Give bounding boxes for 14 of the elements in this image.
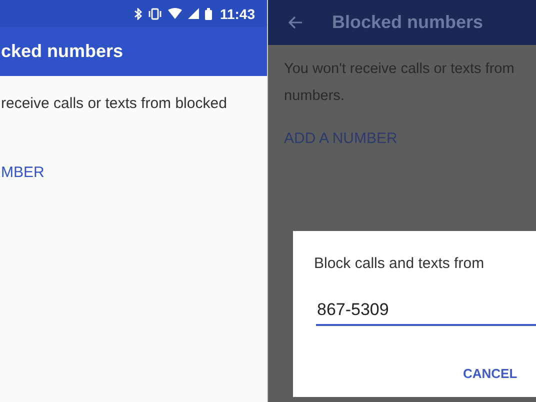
back-arrow-icon[interactable] <box>288 16 302 29</box>
wifi-icon <box>168 8 182 19</box>
cancel-button[interactable]: CANCEL <box>461 362 520 385</box>
signal-icon <box>188 8 199 19</box>
app-bar-title: cked numbers <box>1 41 124 62</box>
info-text: receive calls or texts from blocked <box>1 94 228 114</box>
add-number-link[interactable]: MBER <box>1 164 44 181</box>
status-time: 11:43 <box>220 6 255 22</box>
battery-icon <box>204 8 212 20</box>
app-bar-title: Blocked numbers <box>332 12 484 33</box>
dialog-title: Block calls and texts from <box>314 255 486 272</box>
vibrate-icon <box>148 8 162 20</box>
bluetooth-icon <box>134 8 142 20</box>
phone-number-field[interactable]: 867-5309 <box>316 300 536 326</box>
